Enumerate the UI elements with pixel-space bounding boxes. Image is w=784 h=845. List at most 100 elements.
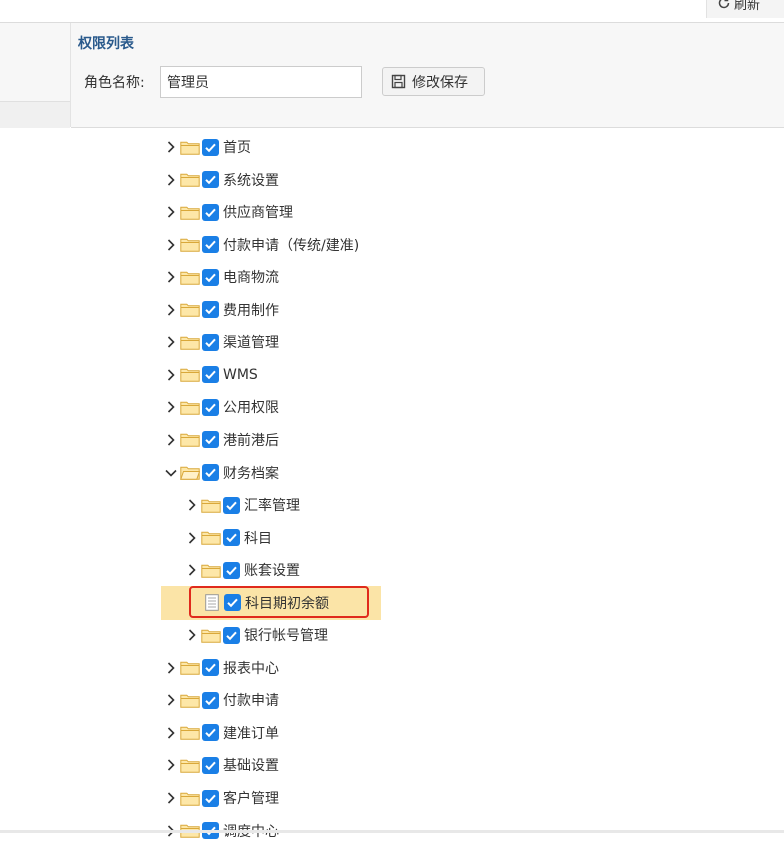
checkbox[interactable]	[202, 333, 219, 351]
check-icon	[205, 143, 216, 152]
refresh-button[interactable]: 刷新	[706, 0, 784, 18]
chevron-right-icon[interactable]	[164, 758, 178, 772]
checkbox[interactable]	[202, 268, 219, 286]
chevron-right-icon[interactable]	[164, 205, 178, 219]
chevron-right-icon[interactable]	[164, 433, 178, 447]
checkbox[interactable]	[202, 203, 219, 221]
tree-node[interactable]: 付款申请（传统/建准)	[164, 231, 359, 259]
folder-icon	[180, 206, 200, 220]
tree-node[interactable]: 系统设置	[164, 166, 279, 194]
checkbox[interactable]	[223, 561, 240, 579]
checkbox[interactable]	[202, 171, 219, 189]
chevron-right-icon[interactable]	[185, 531, 199, 545]
chevron-right-icon[interactable]	[164, 173, 178, 187]
tree-node-label: 付款申请（传统/建准)	[223, 237, 360, 254]
refresh-label: 刷新	[734, 0, 761, 13]
folder-icon	[180, 238, 200, 252]
checkbox[interactable]	[202, 398, 219, 416]
tree-node[interactable]: 费用制作	[164, 296, 279, 324]
tree-node[interactable]: 汇率管理	[185, 491, 300, 519]
checkbox[interactable]	[202, 138, 219, 156]
tree-node[interactable]: 建准订单	[164, 719, 279, 747]
chevron-right-icon[interactable]	[164, 693, 178, 707]
checkbox[interactable]	[202, 789, 219, 807]
chevron-right-icon[interactable]	[164, 140, 178, 154]
tree-node[interactable]: 供应商管理	[164, 198, 293, 226]
checkbox[interactable]	[202, 756, 219, 774]
chevron-right-icon[interactable]	[164, 400, 178, 414]
chevron-right-icon[interactable]	[164, 270, 178, 284]
left-panel	[0, 23, 71, 128]
tree-node[interactable]: 公用权限	[164, 393, 279, 421]
check-icon	[205, 729, 216, 738]
tree-node[interactable]: 科目期初余额	[185, 589, 329, 617]
checkbox[interactable]	[202, 301, 219, 319]
save-button[interactable]: 修改保存	[382, 67, 485, 96]
tree-node[interactable]: 基础设置	[164, 751, 279, 779]
chevron-right-icon[interactable]	[164, 335, 178, 349]
folder-icon	[201, 564, 221, 578]
check-icon	[205, 794, 216, 803]
check-icon	[205, 273, 216, 282]
role-name-input[interactable]	[160, 66, 362, 98]
tree-node-label: 建准订单	[223, 725, 279, 742]
checkbox[interactable]	[202, 366, 219, 384]
checkbox[interactable]	[202, 724, 219, 742]
folder-icon	[180, 727, 200, 741]
tree-node[interactable]: 银行帐号管理	[185, 621, 328, 649]
checkbox[interactable]	[202, 464, 219, 481]
tree-node-label: 账套设置	[244, 563, 300, 580]
chevron-right-icon[interactable]	[164, 661, 178, 675]
folder-icon	[201, 629, 221, 643]
tree-node[interactable]: 付款申请	[164, 686, 279, 714]
chevron-right-icon[interactable]	[164, 238, 178, 252]
checkbox[interactable]	[223, 496, 240, 514]
tree-node[interactable]: 港前港后	[164, 426, 279, 454]
checkbox[interactable]	[224, 594, 241, 612]
checkbox[interactable]	[202, 236, 219, 254]
checkbox[interactable]	[202, 659, 219, 677]
check-icon	[205, 370, 216, 380]
check-icon	[226, 501, 237, 510]
check-icon	[226, 533, 237, 543]
check-icon	[205, 240, 216, 250]
tree-node[interactable]: 渠道管理	[164, 328, 279, 356]
tree-node-label: 电商物流	[223, 270, 279, 287]
chevron-right-icon[interactable]	[185, 628, 199, 642]
chevron-right-icon[interactable]	[164, 791, 178, 805]
tree-node-label: 科目期初余额	[245, 595, 329, 612]
folder-icon	[180, 694, 200, 708]
tree-node[interactable]: 报表中心	[164, 654, 279, 682]
chevron-right-icon[interactable]	[185, 498, 199, 512]
chevron-right-icon[interactable]	[164, 303, 178, 317]
tree-node[interactable]: 首页	[164, 133, 251, 161]
tree-node-label: 渠道管理	[223, 335, 279, 352]
check-icon	[205, 208, 216, 217]
chevron-right-icon[interactable]	[164, 726, 178, 740]
tree-node[interactable]: 电商物流	[164, 263, 279, 291]
tree-node[interactable]: 科目	[185, 524, 272, 552]
checkbox[interactable]	[223, 529, 240, 547]
folder-icon	[180, 303, 200, 317]
folder-icon	[180, 759, 200, 773]
refresh-icon	[718, 0, 730, 9]
folder-icon	[180, 434, 200, 448]
checkbox[interactable]	[202, 691, 219, 709]
tree-node-label: 港前港后	[223, 432, 279, 449]
chevron-down-icon[interactable]	[164, 466, 178, 480]
tree-node[interactable]: 账套设置	[185, 556, 300, 584]
check-icon	[226, 631, 237, 640]
folder-icon	[201, 531, 221, 545]
chevron-right-icon[interactable]	[164, 368, 178, 382]
tree-node-label: 供应商管理	[223, 205, 293, 222]
folder-open-icon	[180, 466, 200, 480]
top-bar: 刷新	[0, 0, 784, 23]
tree-node[interactable]: 客户管理	[164, 784, 279, 812]
checkbox[interactable]	[202, 431, 219, 449]
tree-node[interactable]: WMS	[164, 361, 258, 389]
tree-node-label: 首页	[223, 140, 251, 156]
chevron-right-icon[interactable]	[185, 563, 199, 577]
checkbox[interactable]	[223, 626, 240, 644]
folder-icon	[180, 369, 200, 383]
tree-node[interactable]: 财务档案	[164, 459, 279, 487]
